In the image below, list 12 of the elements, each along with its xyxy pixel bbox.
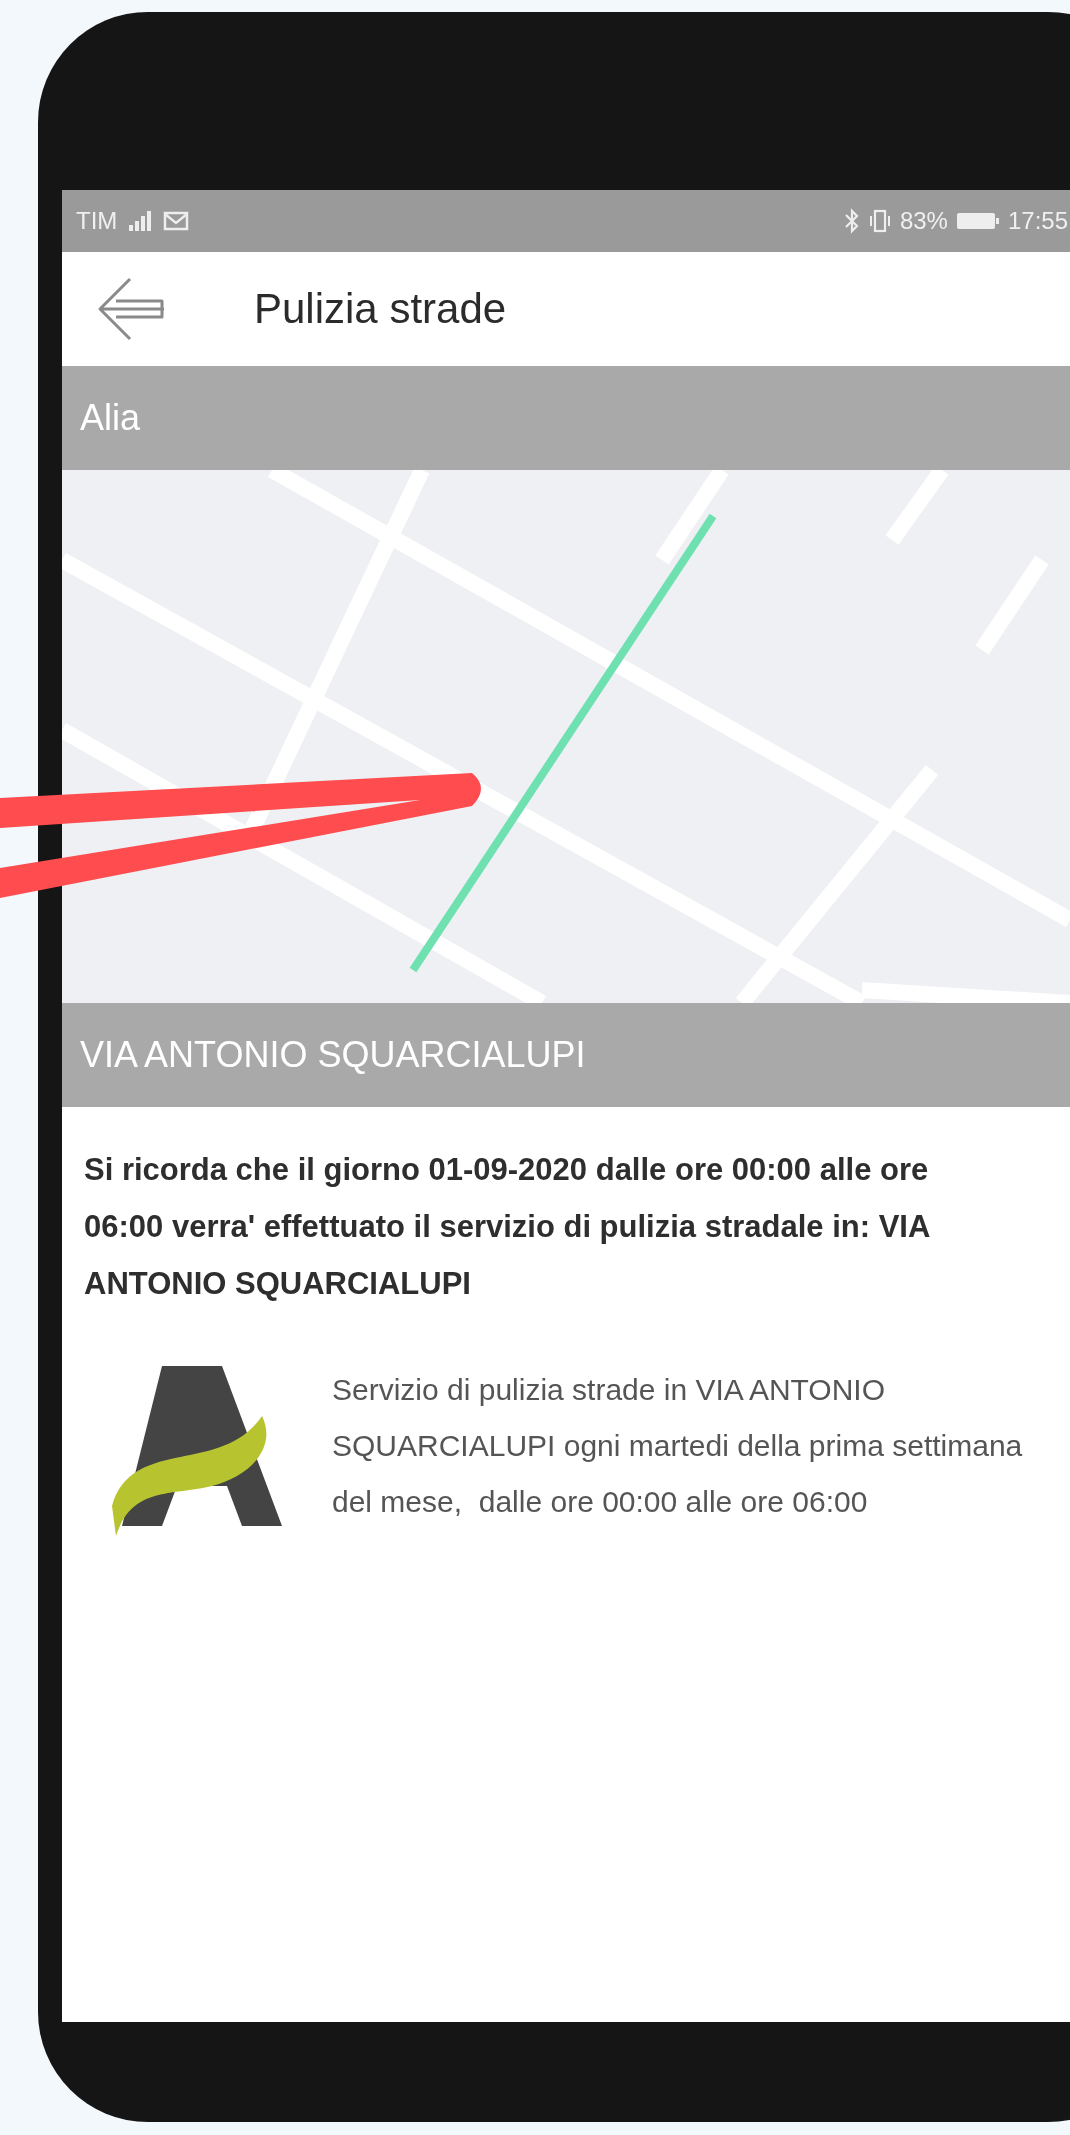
battery-percent: 83%	[899, 207, 948, 235]
vibrate-icon	[867, 208, 892, 234]
service-description: Servizio di pulizia strade in VIA ANTONIO SQUARCIALUPI ogni martedi della prima settimana del mese, dalle ore 00:00 alle ore 06:00	[332, 1372, 1024, 1520]
street-header: VIA ANTONIO SQUARCIALUPI	[62, 1003, 1070, 1107]
clock-time: 17:55	[1007, 207, 1068, 235]
provider-header: Alia	[62, 366, 1070, 470]
bluetooth-icon	[843, 208, 860, 234]
screen-title: Pulizia strade	[254, 285, 507, 333]
carrier-name: TIM	[76, 207, 118, 235]
mail-icon	[163, 210, 190, 232]
battery-icon	[955, 210, 1000, 232]
notice-text: Si ricorda che il giorno 01-09-2020 dalle ore 00:00 alle ore 06:00 verra' effettuato il servizio di pulizia stradale in: VIA ANTONIO SQUARCIALUPI	[84, 1151, 931, 1303]
